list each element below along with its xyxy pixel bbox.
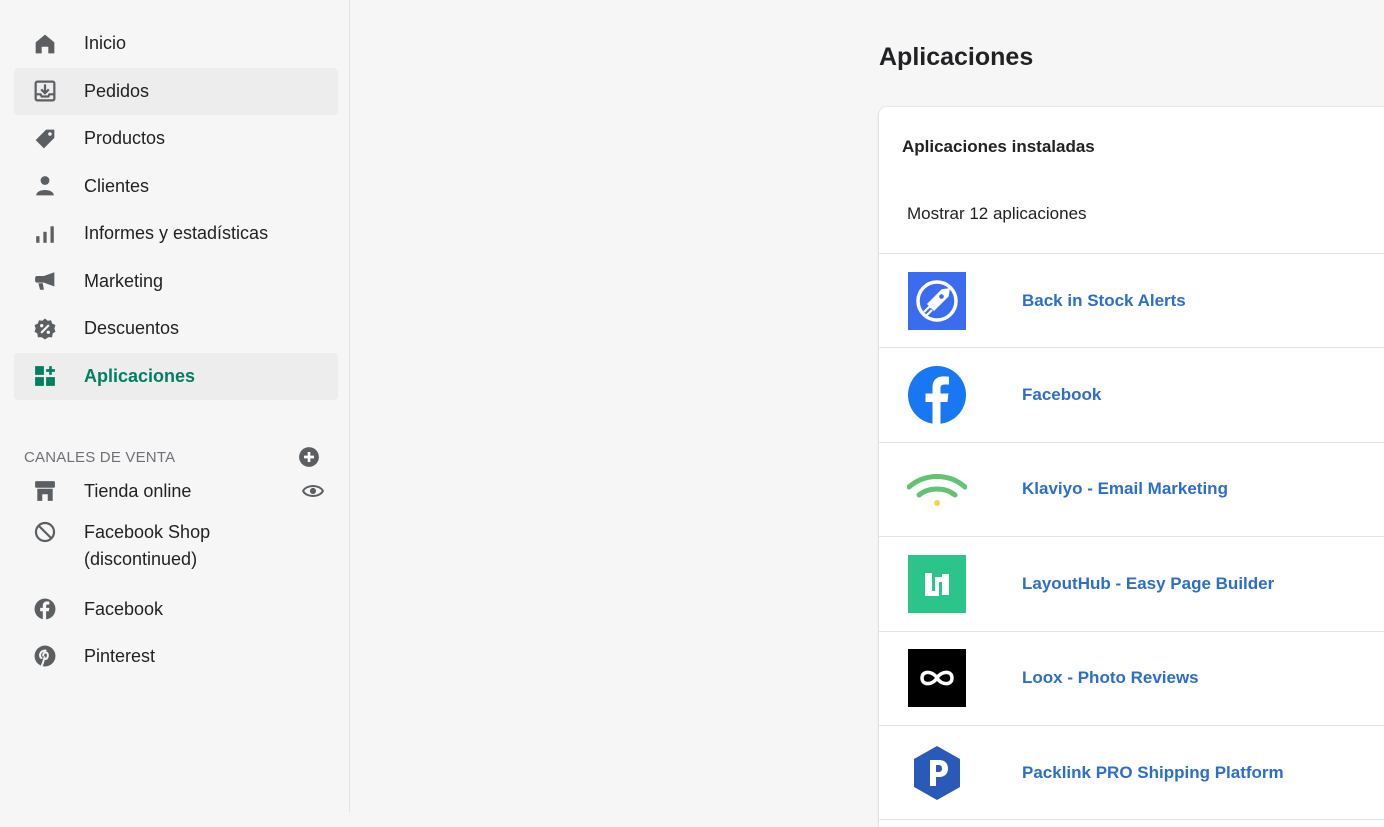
orders-icon bbox=[32, 78, 58, 104]
app-name[interactable]: Facebook bbox=[1022, 385, 1101, 405]
pinterest-icon bbox=[32, 643, 58, 669]
nav-item-aplicaciones[interactable]: Aplicaciones bbox=[14, 352, 338, 400]
add-channel-icon[interactable] bbox=[298, 446, 320, 468]
sales-channels-list: Tienda online Facebook Shop (discontinue… bbox=[14, 478, 338, 690]
main-nav: Inicio Pedidos Productos Clientes Inform bbox=[14, 20, 338, 400]
app-row-klaviyo[interactable]: Klaviyo - Email Marketing bbox=[879, 443, 1384, 538]
channel-label: Facebook bbox=[84, 599, 164, 619]
nav-item-informes[interactable]: Informes y estadísticas bbox=[14, 210, 338, 258]
channel-label-line2: (discontinued) bbox=[84, 549, 198, 569]
app-name[interactable]: Back in Stock Alerts bbox=[1022, 291, 1186, 311]
nav-label: Marketing bbox=[84, 270, 164, 291]
channel-tienda-online[interactable]: Tienda online bbox=[14, 478, 338, 525]
app-name[interactable]: Klaviyo - Email Marketing bbox=[1022, 479, 1228, 499]
nav-label: Informes y estadísticas bbox=[84, 223, 269, 244]
layouthub-icon bbox=[907, 554, 967, 614]
channel-label: Tienda online bbox=[84, 481, 192, 501]
card-header: Aplicaciones instaladas Mostrar 12 aplic… bbox=[879, 107, 1384, 254]
channel-pinterest[interactable]: Pinterest bbox=[14, 643, 338, 690]
infinity-icon bbox=[907, 648, 967, 708]
app-row-packlink[interactable]: Packlink PRO Shipping Platform bbox=[879, 726, 1384, 821]
app-name[interactable]: LayoutHub - Easy Page Builder bbox=[1022, 574, 1274, 594]
discount-icon bbox=[32, 316, 58, 342]
channel-facebook[interactable]: Facebook bbox=[14, 596, 338, 643]
nav-item-productos[interactable]: Productos bbox=[14, 115, 338, 163]
installed-apps-card: Aplicaciones instaladas Mostrar 12 aplic… bbox=[879, 107, 1384, 827]
klaviyo-icon bbox=[907, 459, 967, 519]
nav-label: Inicio bbox=[84, 33, 127, 54]
megaphone-icon bbox=[32, 268, 58, 294]
nav-item-descuentos[interactable]: Descuentos bbox=[14, 305, 338, 353]
page-title: Aplicaciones bbox=[879, 43, 1034, 71]
channel-label-line1: Facebook Shop bbox=[84, 522, 211, 542]
tag-icon bbox=[32, 126, 58, 152]
apps-icon bbox=[32, 363, 58, 389]
sales-channels-title: CANALES DE VENTA bbox=[24, 448, 176, 466]
app-count-text: Mostrar 12 aplicaciones bbox=[907, 204, 1087, 223]
rocket-icon bbox=[907, 271, 967, 331]
channel-label: Pinterest bbox=[84, 646, 156, 666]
app-row-facebook[interactable]: Facebook bbox=[879, 348, 1384, 443]
sales-channels-header: CANALES DE VENTA bbox=[24, 443, 324, 471]
nav-label: Clientes bbox=[84, 175, 150, 196]
channel-facebook-shop[interactable]: Facebook Shop (discontinued) bbox=[14, 519, 338, 596]
blocked-icon bbox=[32, 519, 58, 545]
nav-label: Aplicaciones bbox=[84, 365, 196, 386]
store-icon bbox=[32, 478, 58, 504]
nav-item-inicio[interactable]: Inicio bbox=[14, 20, 338, 68]
app-row-loox[interactable]: Loox - Photo Reviews bbox=[879, 632, 1384, 726]
nav-item-clientes[interactable]: Clientes bbox=[14, 163, 338, 211]
nav-label: Pedidos bbox=[84, 80, 150, 101]
app-row-back-in-stock[interactable]: Back in Stock Alerts bbox=[879, 254, 1384, 349]
nav-item-marketing[interactable]: Marketing bbox=[14, 258, 338, 306]
app-name[interactable]: Loox - Photo Reviews bbox=[1022, 668, 1199, 688]
bar-chart-icon bbox=[32, 221, 58, 247]
app-row-layouthub[interactable]: LayoutHub - Easy Page Builder bbox=[879, 537, 1384, 632]
facebook-icon bbox=[32, 596, 58, 622]
channel-label: Facebook Shop (discontinued) bbox=[84, 519, 210, 573]
person-icon bbox=[32, 173, 58, 199]
sidebar: Inicio Pedidos Productos Clientes Inform bbox=[0, 0, 350, 812]
facebook-icon bbox=[907, 365, 967, 425]
nav-item-pedidos[interactable]: Pedidos bbox=[14, 67, 338, 115]
home-icon bbox=[32, 31, 58, 57]
nav-label: Descuentos bbox=[84, 318, 180, 339]
app-name[interactable]: Packlink PRO Shipping Platform bbox=[1022, 763, 1284, 783]
main-content: Aplicaciones Aplicaciones instaladas Mos… bbox=[350, 0, 1384, 827]
view-store-icon[interactable] bbox=[301, 480, 325, 502]
card-title: Aplicaciones instaladas bbox=[902, 137, 1095, 156]
packlink-icon bbox=[907, 743, 967, 803]
nav-label: Productos bbox=[84, 128, 166, 149]
